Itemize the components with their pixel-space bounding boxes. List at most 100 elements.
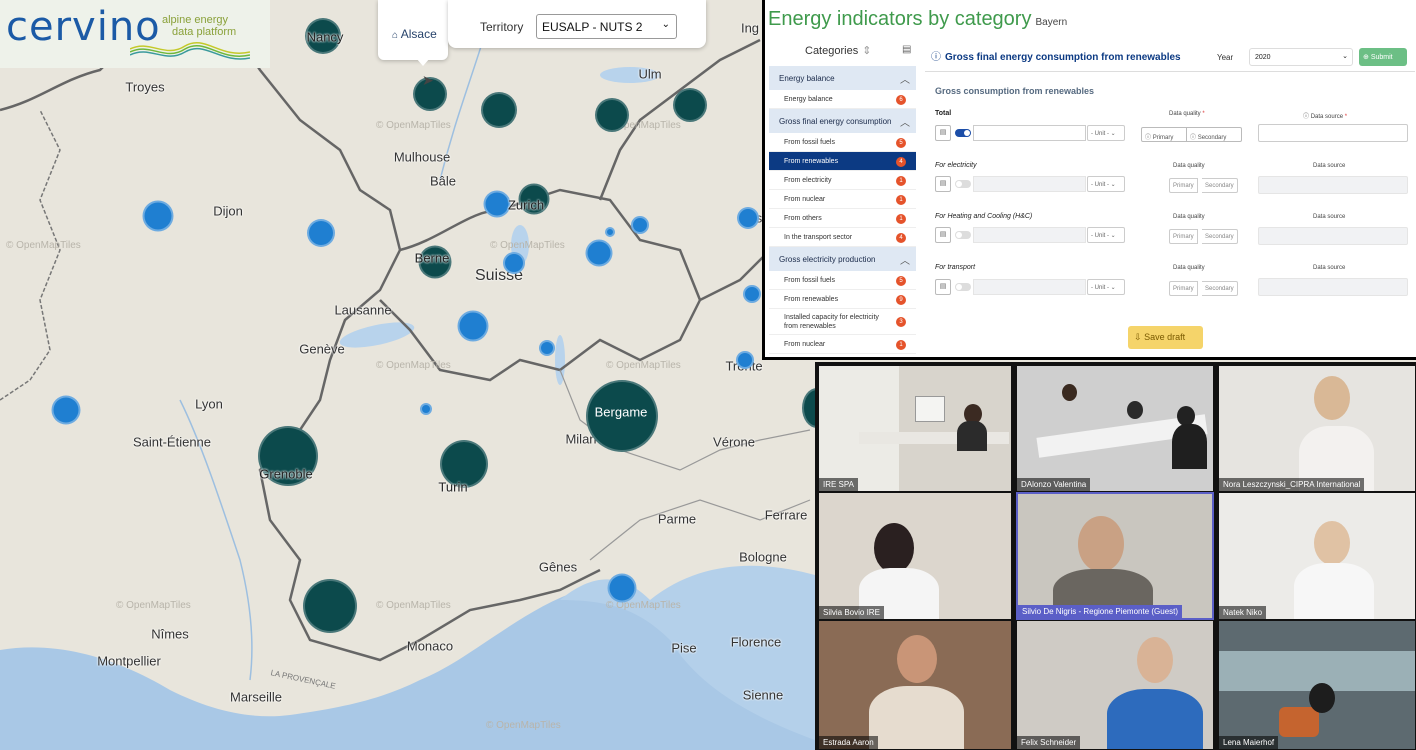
region-marker[interactable]: [631, 216, 649, 234]
divider: [925, 71, 1415, 72]
category-item[interactable]: In the transport sector 4: [769, 228, 916, 247]
region-marker[interactable]: [483, 190, 511, 218]
comment-icon: ▤: [939, 231, 947, 238]
value-input[interactable]: [973, 125, 1086, 141]
category-item[interactable]: From renewables 9: [769, 290, 916, 309]
data-source-input[interactable]: [1258, 278, 1408, 296]
unit-select[interactable]: - Unit - ⌄: [1087, 227, 1125, 243]
territory-select[interactable]: EUSALP - NUTS 2 ⌄: [536, 14, 677, 39]
category-item[interactable]: From nuclear 1: [769, 190, 916, 209]
region-marker[interactable]: [539, 340, 555, 356]
territory-label: Territory: [480, 20, 524, 34]
participant-tile[interactable]: DAlonzo Valentina: [1016, 365, 1214, 492]
marker-label: Turin: [438, 479, 468, 495]
marker-label: Bergame: [594, 404, 648, 420]
region-marker[interactable]: [585, 239, 613, 267]
enable-toggle[interactable]: [955, 283, 971, 291]
category-item[interactable]: Energy balance 6: [769, 90, 916, 109]
category-item[interactable]: From fossil fuels 5: [769, 133, 916, 152]
participant-tile-speaking[interactable]: Silvio De Nigris - Regione Piemonte (Gue…: [1016, 492, 1214, 620]
region-marker[interactable]: [605, 227, 615, 237]
region-marker[interactable]: [303, 579, 357, 633]
region-marker[interactable]: [51, 395, 81, 425]
category-item[interactable]: Installed capacity for electricity from …: [769, 309, 916, 335]
category-item[interactable]: From nuclear 1: [769, 335, 916, 354]
comment-button[interactable]: ▤: [935, 279, 951, 295]
chevron-up-icon[interactable]: ︿: [900, 252, 910, 267]
data-source-input[interactable]: [1258, 124, 1408, 142]
category-group[interactable]: Gross final energy consumption ︿: [769, 109, 916, 133]
comment-button[interactable]: ▤: [935, 176, 951, 192]
region-marker[interactable]: [307, 219, 335, 247]
participant-tile[interactable]: Estrada Aaron: [818, 620, 1012, 750]
region-marker[interactable]: [457, 310, 489, 342]
primary-toggle[interactable]: Primary: [1169, 229, 1198, 244]
region-marker[interactable]: [142, 200, 174, 232]
category-group[interactable]: Gross electricity production ︿: [769, 247, 916, 271]
comment-button[interactable]: ▤: [935, 125, 951, 141]
city-label: Gênes: [538, 559, 578, 575]
region-marker[interactable]: [737, 207, 759, 229]
category-item[interactable]: From others 1: [769, 209, 916, 228]
toggle-knob: [964, 130, 970, 136]
submit-button[interactable]: ⊕ Submit: [1359, 48, 1407, 66]
unit-select[interactable]: - Unit - ⌄: [1087, 176, 1125, 192]
document-icon[interactable]: ▤: [902, 44, 911, 55]
region-popup-label: ⌂ Alsace: [392, 27, 437, 41]
region-marker[interactable]: [736, 351, 754, 369]
chevron-up-icon[interactable]: ︿: [900, 114, 910, 129]
map-watermark: © OpenMapTiles: [376, 360, 451, 371]
data-source-input[interactable]: [1258, 227, 1408, 245]
region-marker[interactable]: [595, 98, 629, 132]
enable-toggle[interactable]: [955, 231, 971, 239]
secondary-toggle[interactable]: ⓘ Secondary: [1187, 127, 1242, 142]
participant-name: Natek Niko: [1219, 606, 1267, 619]
unit-select[interactable]: - Unit - ⌄: [1087, 125, 1125, 141]
category-item[interactable]: From fossil fuels 5: [769, 271, 916, 290]
video-call-grid: IRE SPA DAlonzo Valentina Nora Leszczyns…: [815, 362, 1416, 750]
map-watermark: © OpenMapTiles: [490, 240, 565, 251]
value-input[interactable]: [973, 279, 1086, 295]
participant-tile[interactable]: Lena Maierhof: [1218, 620, 1416, 750]
participant-name: DAlonzo Valentina: [1017, 478, 1091, 491]
participant-tile[interactable]: Nora Leszczynski_CIPRA International: [1218, 365, 1416, 492]
region-marker[interactable]: [420, 403, 432, 415]
save-draft-button[interactable]: ⇩ Save draft: [1128, 326, 1203, 349]
unit-select[interactable]: - Unit - ⌄: [1087, 279, 1125, 295]
participant-tile[interactable]: Felix Schneider: [1016, 620, 1214, 750]
category-item[interactable]: From electricity 1: [769, 171, 916, 190]
participant-tile[interactable]: IRE SPA: [818, 365, 1012, 492]
categories-header: Categories ⇕: [805, 45, 872, 57]
category-group[interactable]: Energy balance ︿: [769, 66, 916, 90]
region-marker[interactable]: [503, 252, 525, 274]
secondary-toggle[interactable]: Secondary: [1202, 281, 1238, 296]
map-watermark: © OpenMapTiles: [6, 240, 81, 251]
enable-toggle[interactable]: [955, 180, 971, 188]
region-marker[interactable]: [607, 573, 637, 603]
participant-tile[interactable]: Silvia Bovio IRE: [818, 492, 1012, 620]
data-source-input[interactable]: [1258, 176, 1408, 194]
value-input[interactable]: [973, 227, 1086, 243]
sort-icon[interactable]: ⇕: [862, 45, 871, 57]
logo-wave-graphic: [130, 41, 250, 60]
city-label: Genève: [299, 341, 345, 357]
enable-toggle[interactable]: [955, 129, 971, 137]
primary-toggle[interactable]: ⓘ Primary: [1141, 127, 1187, 142]
primary-toggle[interactable]: Primary: [1169, 178, 1198, 193]
primary-toggle[interactable]: Primary: [1169, 281, 1198, 296]
chevron-up-icon[interactable]: ︿: [900, 71, 910, 86]
info-icon[interactable]: ⓘ: [931, 52, 941, 63]
secondary-toggle[interactable]: Secondary: [1202, 229, 1238, 244]
participant-tile[interactable]: Natek Niko: [1218, 492, 1416, 620]
secondary-toggle[interactable]: Secondary: [1202, 178, 1238, 193]
row-label: Total: [935, 110, 952, 117]
year-select[interactable]: 2020 ⌄: [1249, 48, 1353, 66]
region-marker[interactable]: [673, 88, 707, 122]
comment-button[interactable]: ▤: [935, 227, 951, 243]
map-watermark: © OpenMapTiles: [376, 120, 451, 131]
region-marker[interactable]: [481, 92, 517, 128]
region-marker[interactable]: [743, 285, 761, 303]
category-item-active[interactable]: From renewables 4: [769, 152, 916, 171]
value-input[interactable]: [973, 176, 1086, 192]
count-badge: 4: [896, 233, 906, 243]
